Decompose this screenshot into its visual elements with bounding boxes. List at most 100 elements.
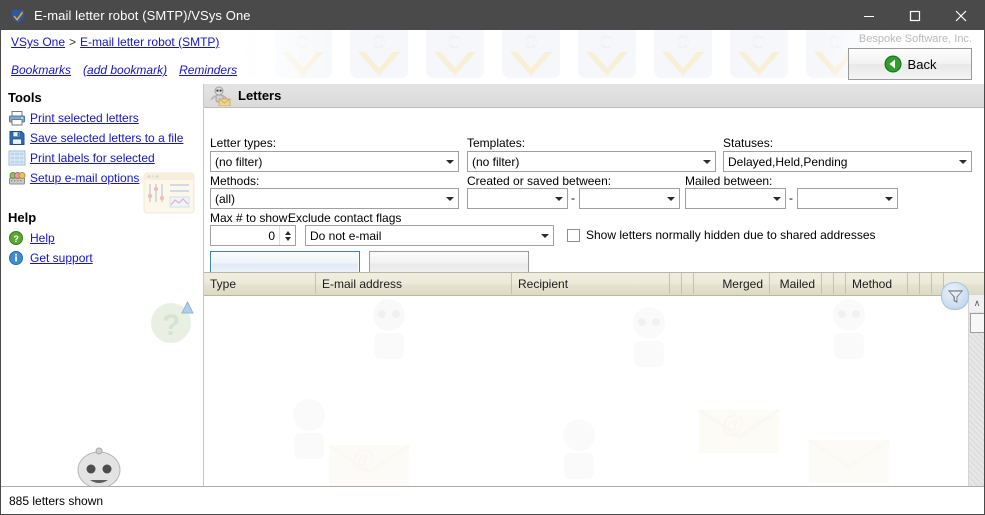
sidebar-link-label[interactable]: Print selected letters xyxy=(30,111,139,125)
envelope-watermark: @ xyxy=(694,395,784,465)
funnel-filter-icon[interactable] xyxy=(941,282,969,310)
column-header-blank-6[interactable] xyxy=(920,273,932,294)
grid-watermark-background: @ @ xyxy=(204,295,969,514)
maximize-button[interactable] xyxy=(892,1,938,30)
column-header-mailed[interactable]: Mailed xyxy=(770,273,822,294)
column-header-recipient[interactable]: Recipient xyxy=(512,273,670,294)
statuses-select[interactable]: Delayed,Held,Pending xyxy=(723,151,972,172)
robot-watermark xyxy=(804,295,894,365)
max-to-show-stepper[interactable]: 0 xyxy=(210,225,296,246)
back-button-label: Back xyxy=(907,56,937,72)
chevron-down-icon[interactable] xyxy=(662,189,679,208)
templates-select[interactable]: (no filter) xyxy=(467,151,716,172)
templates-label: Templates: xyxy=(467,136,526,150)
sidebar-item-print-selected-letters[interactable]: Print selected letters xyxy=(8,108,203,128)
max-to-show-value: 0 xyxy=(268,228,275,243)
letter-types-select[interactable]: (no filter) xyxy=(210,151,459,172)
grid-body[interactable]: @ @ xyxy=(204,295,984,514)
column-header-blank-3[interactable] xyxy=(822,273,834,294)
column-header-method[interactable]: Method xyxy=(846,273,908,294)
templates-value: (no filter) xyxy=(472,154,520,169)
letters-panel: Letters Letter types: Templates: Statuse… xyxy=(203,84,984,514)
column-header-merged[interactable]: Merged xyxy=(694,273,770,294)
svg-text:O: O xyxy=(524,32,537,52)
statuses-value: Delayed,Held,Pending xyxy=(728,154,848,169)
breadcrumb-separator: > xyxy=(69,35,77,49)
created-between-from-select[interactable] xyxy=(467,188,568,209)
scrollbar-track[interactable] xyxy=(969,312,984,498)
window-title: E-mail letter robot (SMTP)/VSys One xyxy=(34,8,251,23)
sidebar-item-get-support[interactable]: Get support xyxy=(8,248,203,268)
panel-title-label: Letters xyxy=(238,88,282,103)
vendor-label: Bespoke Software, Inc. xyxy=(858,33,972,45)
sidebar-link-label[interactable]: Get support xyxy=(30,251,93,265)
exclude-contact-flags-label: Exclude contact flags xyxy=(288,211,402,225)
svg-text:O: O xyxy=(448,32,461,52)
show-hidden-checkbox-row[interactable]: Show letters normally hidden due to shar… xyxy=(567,228,876,242)
chevron-down-icon[interactable] xyxy=(954,152,971,171)
mailed-between-from-select[interactable] xyxy=(685,188,786,209)
sidebar-item-save-selected-letters-to-a-file[interactable]: Save selected letters to a file xyxy=(8,128,203,148)
sidebar-link-label[interactable]: Help xyxy=(30,231,55,245)
stepper-arrows-icon[interactable] xyxy=(279,226,295,245)
column-header-blank-2[interactable] xyxy=(682,273,694,294)
breadcrumb: VSys One > E-mail letter robot (SMTP) xyxy=(11,35,219,49)
column-header-type[interactable]: Type xyxy=(204,273,316,294)
shield-check-icon xyxy=(10,8,26,24)
letter-robot-icon xyxy=(210,86,232,106)
status-letters-shown: 885 letters shown xyxy=(9,493,104,508)
bookmarks-link[interactable]: Bookmarks xyxy=(11,63,71,77)
sidebar-item-help[interactable]: ? Help xyxy=(8,228,203,248)
question-circle-icon: ? xyxy=(8,230,26,246)
chevron-down-icon[interactable] xyxy=(441,189,458,208)
chevron-down-icon[interactable] xyxy=(698,152,715,171)
minimize-button[interactable] xyxy=(846,1,892,30)
vsys-logo-watermark: O xyxy=(576,30,638,82)
back-button[interactable]: Back xyxy=(848,48,972,80)
column-header-blank-1[interactable] xyxy=(670,273,682,294)
window-titlebar: E-mail letter robot (SMTP)/VSys One xyxy=(1,1,984,30)
chevron-down-icon[interactable] xyxy=(536,226,553,245)
reminders-link[interactable]: Reminders xyxy=(179,63,237,77)
svg-text:@: @ xyxy=(722,411,744,437)
svg-text:?: ? xyxy=(13,234,19,244)
grid-header-row: Type E-mail address Recipient Merged Mai… xyxy=(204,272,984,296)
scrollbar-thumb[interactable] xyxy=(970,313,984,333)
vsys-logo-watermark: O xyxy=(348,30,410,82)
printer-icon xyxy=(8,110,26,126)
column-header-blank-4[interactable] xyxy=(834,273,846,294)
methods-label: Methods: xyxy=(210,174,260,188)
grid-scrollbar[interactable]: ∧ ∨ xyxy=(968,295,984,514)
sidebar-link-label[interactable]: Save selected letters to a file xyxy=(30,131,183,145)
tools-heading: Tools xyxy=(8,90,42,105)
methods-select[interactable]: (all) xyxy=(210,188,459,209)
sidebar-link-label[interactable]: Setup e-mail options xyxy=(30,171,139,185)
svg-text:O: O xyxy=(676,32,689,52)
panel-titlebar: Letters xyxy=(204,84,984,108)
sidebar-link-label[interactable]: Print labels for selected xyxy=(30,151,155,165)
chevron-down-icon[interactable] xyxy=(768,189,785,208)
created-between-separator: - xyxy=(571,191,575,205)
exclude-contact-flags-value: Do not e-mail xyxy=(310,228,382,243)
methods-value: (all) xyxy=(215,191,235,206)
created-between-label: Created or saved between: xyxy=(467,174,612,188)
svg-text:@: @ xyxy=(352,446,374,472)
column-header-blank-5[interactable] xyxy=(908,273,920,294)
exclude-contact-flags-select[interactable]: Do not e-mail xyxy=(305,225,554,246)
sidebar-item-print-labels-for-selected[interactable]: Print labels for selected xyxy=(8,148,203,168)
chevron-down-icon[interactable] xyxy=(550,189,567,208)
column-header-email[interactable]: E-mail address xyxy=(316,273,512,294)
chevron-down-icon[interactable] xyxy=(880,189,897,208)
breadcrumb-link-vsys-one[interactable]: VSys One xyxy=(11,35,65,49)
breadcrumb-link-email-letter-robot[interactable]: E-mail letter robot (SMTP) xyxy=(80,35,219,49)
chevron-down-icon[interactable] xyxy=(441,152,458,171)
close-button[interactable] xyxy=(938,1,984,30)
labels-grid-icon xyxy=(8,150,26,166)
vsys-logo-watermark: O xyxy=(424,30,486,82)
show-hidden-checkbox[interactable] xyxy=(567,228,580,242)
mailed-between-label: Mailed between: xyxy=(685,174,773,188)
add-bookmark-link[interactable]: (add bookmark) xyxy=(83,63,167,77)
mailed-between-to-select[interactable] xyxy=(797,188,898,209)
created-between-to-select[interactable] xyxy=(579,188,680,209)
scrollbar-up-arrow-icon[interactable]: ∧ xyxy=(969,295,984,312)
